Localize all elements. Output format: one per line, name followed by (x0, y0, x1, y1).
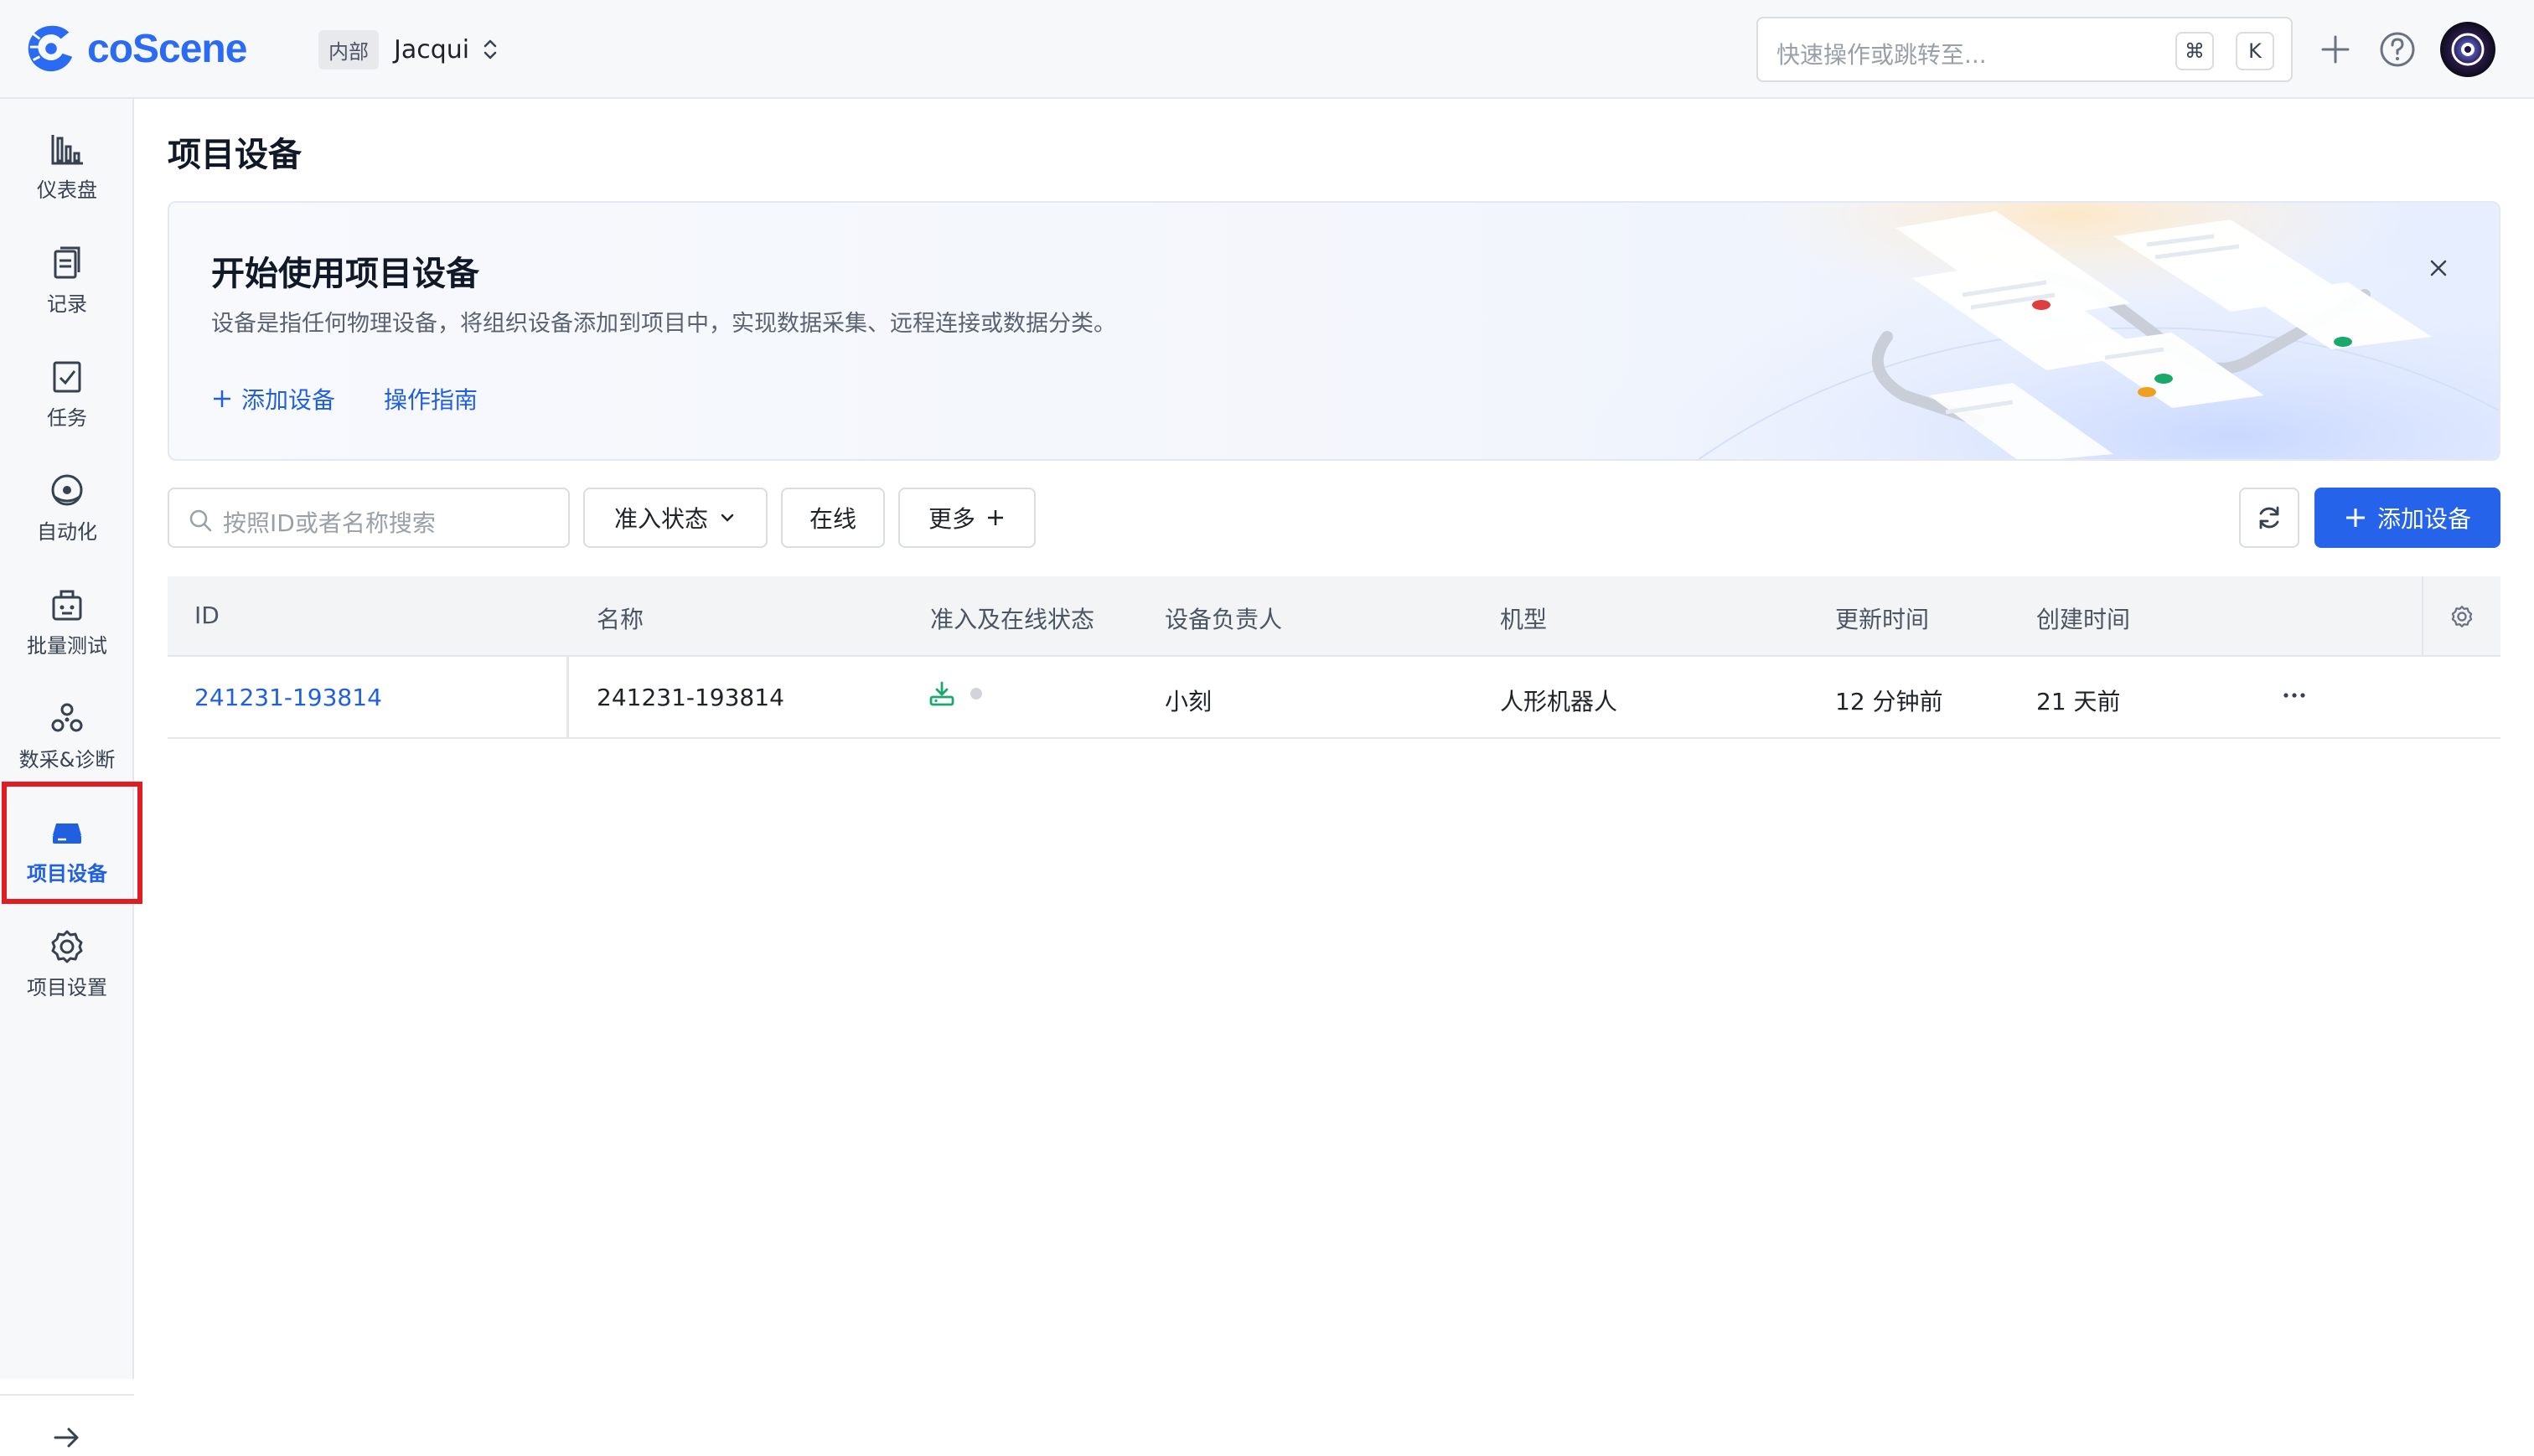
search-icon (189, 509, 212, 532)
sidebar-item-label: 记录 (47, 292, 87, 316)
banner-guide-label: 操作指南 (384, 386, 478, 414)
plus-icon (988, 510, 1003, 525)
sidebar-item-tasks[interactable]: 任务 (0, 343, 134, 444)
column-header-updated[interactable]: 更新时间 (1835, 602, 1929, 635)
getting-started-banner: 开始使用项目设备 设备是指任何物理设备，将组织设备添加到项目中，实现数据采集、远… (168, 201, 2500, 461)
device-owner: 小刻 (1165, 688, 1213, 715)
more-filters-button[interactable]: 更多 (898, 488, 1036, 548)
coscene-logo-icon (28, 25, 73, 72)
banner-guide-link[interactable]: 操作指南 (384, 382, 478, 416)
sidebar-item-automation[interactable]: 自动化 (0, 457, 134, 558)
sidebar-item-label: 仪表盘 (37, 178, 97, 202)
device-created-time: 21 天前 (2036, 688, 2121, 715)
filter-online-label: 在线 (809, 505, 856, 533)
filter-admission-status-label: 准入状态 (613, 505, 708, 533)
sidebar-divider (0, 1394, 134, 1396)
active-item-highlight (2, 782, 142, 904)
device-updated-time: 12 分钟前 (1835, 688, 1943, 715)
device-name: 241231-193814 (597, 684, 784, 711)
sidebar-item-project-settings[interactable]: 项目设置 (0, 913, 134, 1014)
more-filters-label: 更多 (928, 505, 975, 533)
bar-chart-icon (51, 134, 83, 164)
column-header-status[interactable]: 准入及在线状态 (930, 602, 1094, 635)
table-row[interactable]: 241231-193814 241231-193814 小刻 人形机器人 12 … (168, 657, 2500, 739)
filter-online-button[interactable]: 在线 (781, 488, 885, 548)
shortcut-cmd-key: ⌘ (2175, 32, 2214, 70)
sidebar-item-label: 项目设置 (27, 975, 107, 999)
global-search-placeholder: 快速操作或跳转至... (1776, 41, 1987, 69)
top-bar: coScene 内部 Jacqui 快速操作或跳转至... ⌘ K (0, 0, 2534, 99)
sidebar-item-label: 自动化 (37, 519, 97, 544)
chevron-updown-icon (484, 39, 497, 59)
add-device-button-label: 添加设备 (2376, 505, 2471, 533)
admitted-device-icon (929, 681, 954, 706)
device-id-link[interactable]: 241231-193814 (194, 684, 382, 711)
device-model: 人形机器人 (1500, 688, 1618, 715)
brand-name: coScene (87, 26, 247, 71)
task-check-icon (53, 361, 81, 392)
add-device-button[interactable]: 添加设备 (2314, 488, 2500, 548)
sidebar-item-dashboard[interactable]: 仪表盘 (0, 116, 134, 216)
sidebar: 仪表盘 记录 任务 自动化 批量测试 数采&诊断 项目设备 项目设置 (0, 99, 134, 1448)
plus-icon[interactable] (2314, 28, 2356, 70)
arrow-right-icon[interactable] (49, 1419, 85, 1456)
more-actions-icon[interactable] (2279, 680, 2309, 710)
sidebar-item-batch-test[interactable]: 批量测试 (0, 571, 134, 672)
shortcut-k-key: K (2236, 32, 2274, 70)
device-search-input[interactable]: 按照ID或者名称搜索 (168, 488, 570, 548)
device-table: ID 名称 准入及在线状态 设备负责人 机型 更新时间 创建时间 241231-… (168, 576, 2500, 739)
banner-description: 设备是指任何物理设备，将组织设备添加到项目中，实现数据采集、远程连接或数据分类。 (211, 311, 1116, 337)
online-status-dot (970, 688, 982, 700)
banner-illustration (1544, 203, 2499, 459)
refresh-icon (2259, 506, 2279, 529)
sidebar-item-label: 批量测试 (27, 633, 107, 658)
sidebar-item-label: 数采&诊断 (18, 747, 116, 772)
chevron-down-icon (721, 514, 734, 522)
sidebar-item-label: 任务 (47, 405, 87, 430)
sidebar-item-diagnosis[interactable]: 数采&诊断 (0, 685, 134, 786)
gear-icon (2451, 606, 2473, 627)
brand-logo[interactable]: coScene (25, 20, 247, 77)
batch-test-icon (52, 590, 82, 620)
gear-icon (51, 930, 83, 963)
user-avatar[interactable] (2440, 22, 2495, 77)
avatar-image-icon (2451, 33, 2485, 66)
filter-admission-status-button[interactable]: 准入状态 (583, 488, 768, 548)
column-header-created[interactable]: 创建时间 (2036, 602, 2130, 635)
column-header-model[interactable]: 机型 (1500, 602, 1547, 635)
device-search-placeholder: 按照ID或者名称搜索 (223, 509, 436, 537)
banner-title: 开始使用项目设备 (211, 255, 479, 293)
automation-icon (51, 474, 83, 505)
page-title: 项目设备 (168, 136, 302, 174)
sidebar-item-records[interactable]: 记录 (0, 230, 134, 330)
table-header: ID 名称 准入及在线状态 设备负责人 机型 更新时间 创建时间 (168, 576, 2500, 657)
banner-add-device-label: 添加设备 (241, 386, 336, 414)
clipboard-icon (54, 246, 80, 278)
close-icon[interactable] (2425, 255, 2452, 281)
frozen-column-divider (566, 657, 569, 739)
diagnosis-icon (51, 703, 83, 731)
column-header-owner[interactable]: 设备负责人 (1165, 602, 1282, 635)
org-switcher[interactable]: 内部 Jacqui (318, 28, 499, 70)
global-search-input[interactable]: 快速操作或跳转至... ⌘ K (1756, 17, 2293, 82)
help-icon[interactable] (2376, 28, 2418, 70)
refresh-button[interactable] (2239, 488, 2299, 548)
column-header-name[interactable]: 名称 (597, 602, 644, 635)
org-name: Jacqui (394, 34, 470, 65)
plus-icon (2345, 509, 2365, 527)
banner-add-device-link[interactable]: 添加设备 (211, 382, 335, 416)
org-tag: 内部 (318, 29, 379, 70)
column-settings-button[interactable] (2422, 576, 2500, 657)
column-header-id[interactable]: ID (194, 602, 220, 629)
device-status (928, 680, 982, 707)
plus-icon (214, 390, 230, 407)
